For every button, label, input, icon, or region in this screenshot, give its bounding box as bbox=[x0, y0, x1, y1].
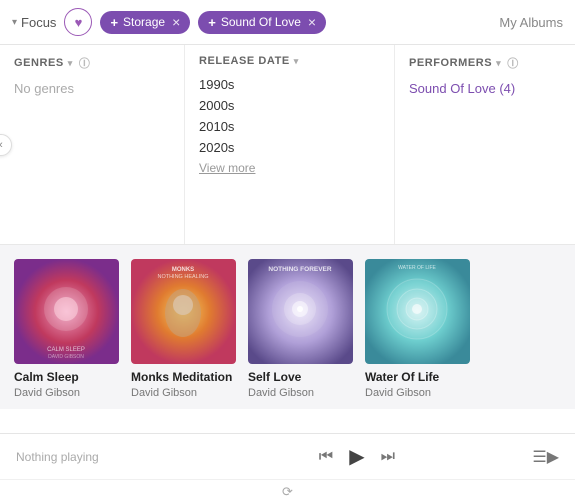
storage-close-icon[interactable]: × bbox=[172, 15, 180, 29]
album-cover-calm-sleep: CALM SLEEP DAVID GIBSON bbox=[14, 259, 119, 364]
heart-icon: ♥ bbox=[75, 15, 83, 30]
svg-text:NOTHING FOREVER: NOTHING FOREVER bbox=[268, 266, 332, 273]
next-button[interactable]: ⏭ bbox=[379, 446, 397, 468]
top-bar: ▾ Focus ♥ + Storage × + Sound Of Love × … bbox=[0, 0, 575, 45]
player-bar: Nothing playing ⏮ ▶ ⏭ ☰▶ bbox=[0, 433, 575, 479]
album-card-self-love[interactable]: NOTHING FOREVER Self Love David Gibson bbox=[248, 259, 353, 399]
performers-column: PERFORMERS ▾ ⓘ Sound Of Love (4) bbox=[395, 45, 575, 244]
main-content: ▾ Focus ♥ + Storage × + Sound Of Love × … bbox=[0, 0, 575, 500]
genres-header: GENRES ▾ ⓘ bbox=[14, 55, 170, 71]
storage-plus-icon: + bbox=[110, 15, 118, 30]
genres-header-label: GENRES bbox=[14, 57, 64, 69]
release-date-1990s[interactable]: 1990s bbox=[199, 77, 380, 92]
monks-meditation-artist: David Gibson bbox=[131, 387, 236, 399]
genres-info-icon: ⓘ bbox=[79, 55, 91, 71]
previous-button[interactable]: ⏮ bbox=[317, 446, 335, 468]
water-of-life-title: Water Of Life bbox=[365, 370, 470, 386]
release-date-chevron-icon: ▾ bbox=[294, 56, 299, 67]
water-of-life-artist: David Gibson bbox=[365, 387, 470, 399]
nothing-playing-label: Nothing playing bbox=[16, 450, 181, 464]
sound-of-love-label: Sound Of Love bbox=[221, 15, 301, 29]
performers-sound-of-love[interactable]: Sound Of Love (4) bbox=[409, 81, 575, 96]
release-date-2010s[interactable]: 2010s bbox=[199, 119, 380, 134]
performers-chevron-icon: ▾ bbox=[496, 58, 501, 69]
album-card-monks-meditation[interactable]: MONKS NOTHING HEALING Monks Meditation D… bbox=[131, 259, 236, 399]
genres-chevron-icon: ▾ bbox=[68, 58, 73, 69]
albums-section: CALM SLEEP DAVID GIBSON Calm Sleep David… bbox=[0, 245, 575, 409]
performers-header-label: PERFORMERS bbox=[409, 57, 492, 69]
progress-area: ⟳ bbox=[0, 479, 575, 500]
heart-button[interactable]: ♥ bbox=[64, 8, 92, 36]
album-card-water-of-life[interactable]: WATER OF LIFE Water Of Life David Gibson bbox=[365, 259, 470, 399]
focus-label: Focus bbox=[21, 15, 56, 30]
album-card-calm-sleep[interactable]: CALM SLEEP DAVID GIBSON Calm Sleep David… bbox=[14, 259, 119, 399]
performers-header: PERFORMERS ▾ ⓘ bbox=[409, 55, 575, 71]
focus-chevron-icon: ▾ bbox=[12, 17, 17, 28]
player-controls: ⏮ ▶ ⏭ bbox=[191, 442, 522, 471]
genres-column: GENRES ▾ ⓘ No genres bbox=[0, 45, 185, 244]
play-button[interactable]: ▶ bbox=[347, 442, 366, 471]
performers-info-icon: ⓘ bbox=[507, 55, 519, 71]
release-date-2020s[interactable]: 2020s bbox=[199, 140, 380, 155]
svg-text:WATER OF LIFE: WATER OF LIFE bbox=[398, 265, 436, 271]
filter-row: GENRES ▾ ⓘ No genres RELEASE DATE ▾ 1990… bbox=[0, 45, 575, 245]
calm-sleep-artist: David Gibson bbox=[14, 387, 119, 399]
album-cover-monks-meditation: MONKS NOTHING HEALING bbox=[131, 259, 236, 364]
genres-empty: No genres bbox=[14, 81, 170, 96]
calm-sleep-title: Calm Sleep bbox=[14, 370, 119, 386]
self-love-title: Self Love bbox=[248, 370, 353, 386]
storage-label: Storage bbox=[123, 15, 165, 29]
focus-button[interactable]: ▾ Focus bbox=[12, 15, 56, 30]
release-date-2000s[interactable]: 2000s bbox=[199, 98, 380, 113]
albums-grid: CALM SLEEP DAVID GIBSON Calm Sleep David… bbox=[14, 259, 561, 399]
album-cover-self-love: NOTHING FOREVER bbox=[248, 259, 353, 364]
release-date-header: RELEASE DATE ▾ bbox=[199, 55, 380, 67]
self-love-artist: David Gibson bbox=[248, 387, 353, 399]
monks-meditation-title: Monks Meditation bbox=[131, 370, 236, 386]
svg-text:NOTHING HEALING: NOTHING HEALING bbox=[157, 274, 208, 280]
my-albums-label: My Albums bbox=[499, 15, 563, 30]
storage-tag[interactable]: + Storage × bbox=[100, 11, 190, 34]
sound-of-love-tag[interactable]: + Sound Of Love × bbox=[198, 11, 326, 34]
release-date-column: RELEASE DATE ▾ 1990s 2000s 2010s 2020s V… bbox=[185, 45, 395, 244]
release-date-view-more[interactable]: View more bbox=[199, 161, 380, 175]
sound-of-love-close-icon[interactable]: × bbox=[308, 15, 316, 29]
svg-text:DAVID GIBSON: DAVID GIBSON bbox=[48, 354, 84, 360]
svg-text:MONKS: MONKS bbox=[172, 267, 194, 273]
svg-text:CALM SLEEP: CALM SLEEP bbox=[47, 347, 85, 353]
filter-area: ‹ GENRES ▾ ⓘ No genres RELEASE DATE ▾ 19… bbox=[0, 45, 575, 245]
release-date-header-label: RELEASE DATE bbox=[199, 55, 290, 67]
album-cover-water-of-life: WATER OF LIFE bbox=[365, 259, 470, 364]
repeat-button[interactable]: ⟳ bbox=[282, 484, 293, 500]
queue-button[interactable]: ☰▶ bbox=[532, 447, 559, 467]
sound-of-love-plus-icon: + bbox=[208, 15, 216, 30]
